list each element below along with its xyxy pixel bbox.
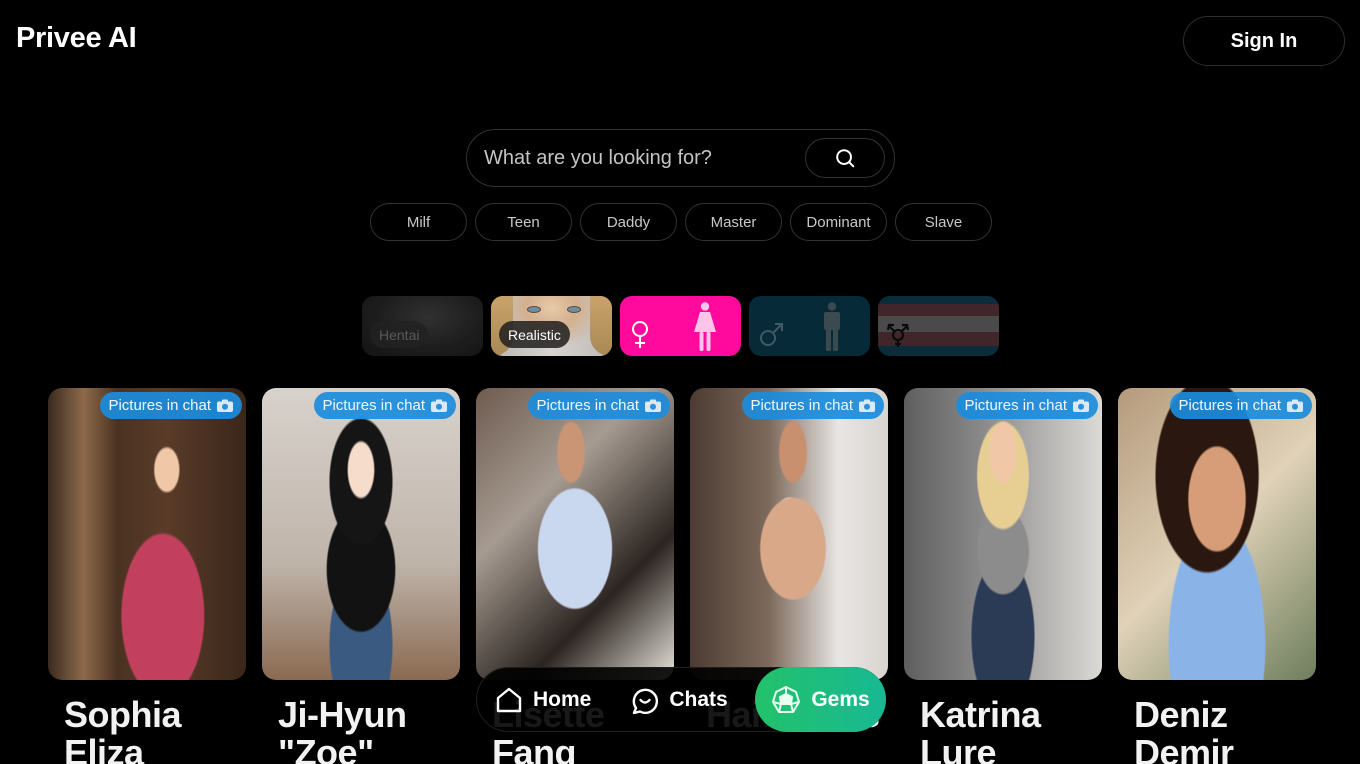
search-bar (466, 129, 895, 187)
nav-chats-label: Chats (669, 687, 728, 711)
camera-icon (859, 399, 875, 412)
page: Privee AI Sign In Milf Teen Daddy Master… (0, 0, 1360, 764)
male-symbol-icon (760, 323, 783, 346)
character-image[interactable]: Pictures in chat (476, 388, 674, 680)
gender-filter-female[interactable] (620, 296, 741, 356)
badge-label: Pictures in chat (536, 397, 639, 414)
pictures-badge: Pictures in chat (100, 392, 242, 419)
pictures-badge: Pictures in chat (528, 392, 670, 419)
nav-home[interactable]: Home (495, 667, 591, 732)
camera-icon (1073, 399, 1089, 412)
character-name: Ji-Hyun "Zoe" (278, 694, 407, 764)
gender-filter-trans[interactable] (878, 296, 999, 356)
filter-row: Hentai Realistic (362, 296, 999, 356)
search-icon (836, 149, 855, 168)
style-filter-realistic[interactable]: Realistic (491, 296, 612, 356)
character-name: Katrina Lure (920, 694, 1041, 764)
logo[interactable]: Privee AI (16, 22, 137, 55)
tag-daddy[interactable]: Daddy (580, 203, 677, 241)
image-eyes (527, 306, 581, 314)
nav-home-label: Home (533, 687, 592, 711)
badge-label: Pictures in chat (108, 397, 211, 414)
character-image[interactable]: Pictures in chat (1118, 388, 1316, 680)
nav-chats[interactable]: Chats (631, 667, 728, 732)
tag-master[interactable]: Master (685, 203, 782, 241)
pictures-badge: Pictures in chat (1170, 392, 1312, 419)
character-card[interactable]: Pictures in chat Ji-Hyun "Zoe" (262, 388, 460, 764)
bottom-nav: Home Chats Gems (476, 667, 886, 732)
pictures-badge: Pictures in chat (956, 392, 1098, 419)
nav-gems[interactable]: Gems (755, 667, 886, 732)
tag-teen[interactable]: Teen (475, 203, 572, 241)
pictures-badge: Pictures in chat (314, 392, 456, 419)
character-card[interactable]: Pictures in chat Deniz Demir (1118, 388, 1316, 764)
pictures-badge: Pictures in chat (742, 392, 884, 419)
chat-bubble-icon (633, 688, 659, 714)
female-symbol-icon (632, 321, 648, 348)
character-image[interactable]: Pictures in chat (690, 388, 888, 680)
style-filter-label: Realistic (499, 321, 570, 348)
character-name: Deniz Demir (1134, 694, 1234, 764)
camera-icon (431, 399, 447, 412)
nav-gems-label: Gems (811, 687, 870, 711)
character-name: Sophia Eliza (64, 694, 182, 764)
character-card[interactable]: Pictures in chat Katrina Lure (904, 388, 1102, 764)
style-filter-label: Hentai (370, 321, 429, 348)
character-card[interactable]: Pictures in chat Sophia Eliza (48, 388, 246, 764)
woman-figure-icon (694, 302, 716, 351)
tag-dominant[interactable]: Dominant (790, 203, 887, 241)
tag-list: Milf Teen Daddy Master Dominant Slave (370, 203, 992, 241)
tag-milf[interactable]: Milf (370, 203, 467, 241)
sign-in-button[interactable]: Sign In (1183, 16, 1345, 66)
image-hair (590, 296, 612, 356)
search-input[interactable] (467, 130, 805, 186)
character-image[interactable]: Pictures in chat (262, 388, 460, 680)
badge-label: Pictures in chat (964, 397, 1067, 414)
badge-label: Pictures in chat (750, 397, 853, 414)
badge-label: Pictures in chat (1178, 397, 1281, 414)
character-image[interactable]: Pictures in chat (48, 388, 246, 680)
style-filter-hentai[interactable]: Hentai (362, 296, 483, 356)
man-figure-icon (824, 302, 840, 351)
badge-label: Pictures in chat (322, 397, 425, 414)
home-icon (496, 687, 522, 712)
transgender-symbol-icon (886, 323, 910, 347)
tag-slave[interactable]: Slave (895, 203, 992, 241)
search-button[interactable] (805, 138, 885, 178)
gender-filter-male[interactable] (749, 296, 870, 356)
character-image[interactable]: Pictures in chat (904, 388, 1102, 680)
camera-icon (217, 399, 233, 412)
camera-icon (645, 399, 661, 412)
gem-icon (772, 685, 801, 713)
camera-icon (1287, 399, 1303, 412)
flag-stripe (878, 304, 999, 316)
